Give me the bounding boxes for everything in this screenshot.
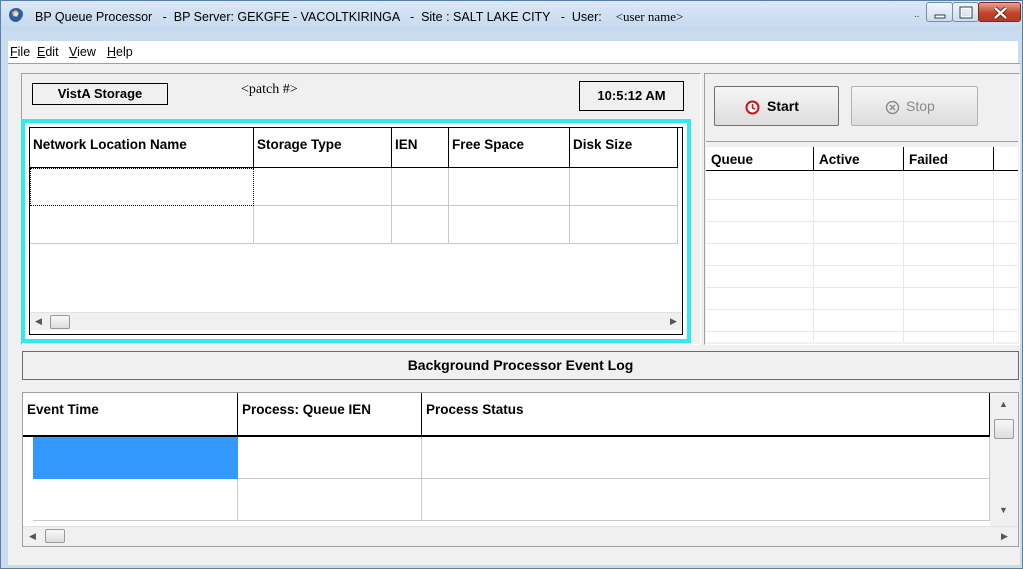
column-line (813, 171, 814, 342)
close-icon (993, 6, 1008, 20)
table-cell[interactable] (449, 206, 570, 244)
close-button[interactable] (978, 2, 1021, 22)
storage-label: VistA Storage (32, 83, 168, 105)
scroll-down-icon[interactable]: ▼ (999, 505, 1008, 515)
storage-grid[interactable]: Network Location Name Storage Type IEN F… (29, 127, 683, 335)
app-icon (9, 8, 23, 22)
minimize-button[interactable] (926, 2, 953, 22)
maximize-button[interactable] (952, 2, 979, 22)
table-cell[interactable] (238, 437, 422, 479)
site-label: Site : SALT LAKE CITY (421, 10, 551, 24)
column-header-failed[interactable]: Failed (904, 147, 994, 171)
table-cell[interactable] (422, 437, 990, 479)
row-line (706, 221, 1018, 222)
scroll-left-icon[interactable]: ◀ (35, 316, 42, 327)
column-header-network-location[interactable]: Network Location Name (30, 128, 254, 168)
scroll-thumb[interactable] (50, 315, 70, 329)
column-header-process-status[interactable]: Process Status (422, 393, 990, 437)
menu-bar: File Edit View Help (8, 41, 1018, 63)
patch-label: <patch #> (241, 82, 298, 97)
scroll-left-icon[interactable]: ◀ (29, 531, 36, 542)
menu-help[interactable]: Help (107, 45, 133, 59)
storage-grid-focus[interactable]: Network Location Name Storage Type IEN F… (21, 119, 691, 343)
event-log-title: Background Processor Event Log (22, 351, 1019, 380)
application-window: BP Queue Processor - BP Server: GEKGFE -… (0, 0, 1023, 569)
row-line (706, 243, 1018, 244)
event-log-grid[interactable]: Event Time Process: Queue IEN Process St… (22, 392, 1019, 547)
menu-edit[interactable]: Edit (37, 45, 59, 59)
start-button[interactable]: Start (714, 86, 839, 126)
user-value: <user name> (615, 9, 684, 24)
table-cell[interactable] (449, 168, 570, 206)
column-header-free-space[interactable]: Free Space (449, 128, 570, 168)
column-header-active[interactable]: Active (814, 147, 904, 171)
scroll-right-icon[interactable]: ▶ (1001, 531, 1008, 542)
stop-icon (885, 100, 900, 115)
start-label: Start (767, 98, 799, 114)
table-cell[interactable] (392, 168, 449, 206)
column-header-disk-size[interactable]: Disk Size (570, 128, 678, 168)
table-cell[interactable] (570, 168, 678, 206)
column-header-queue-ien[interactable]: Process: Queue IEN (238, 393, 422, 437)
scroll-up-icon[interactable]: ▲ (999, 399, 1008, 409)
menu-view[interactable]: View (69, 45, 96, 59)
scroll-thumb[interactable] (994, 419, 1014, 439)
event-log-vertical-scrollbar[interactable]: ▲ ▼ (990, 393, 1018, 526)
table-cell[interactable] (30, 206, 254, 244)
scroll-right-icon[interactable]: ▶ (670, 316, 677, 327)
table-cell[interactable] (254, 168, 392, 206)
menu-file[interactable]: File (10, 45, 30, 59)
window-title: BP Queue Processor - BP Server: GEKGFE -… (35, 9, 684, 24)
column-line (903, 171, 904, 342)
stop-button[interactable]: Stop (851, 86, 978, 126)
row-line (706, 287, 1018, 288)
title-overflow: .. (914, 9, 920, 20)
maximize-icon (959, 6, 973, 19)
stop-label: Stop (906, 98, 935, 114)
column-header-extra (994, 147, 1018, 171)
app-name: BP Queue Processor (35, 10, 153, 24)
scroll-thumb[interactable] (45, 529, 65, 543)
table-cell[interactable] (254, 206, 392, 244)
column-header-storage-type[interactable]: Storage Type (254, 128, 392, 168)
event-log-horizontal-scrollbar[interactable]: ◀ ▶ (23, 526, 1018, 546)
server-label: BP Server: GEKGFE - VACOLTKIRINGA (173, 10, 400, 24)
user-label: User: (571, 10, 602, 24)
clock-display: 10:5:12 AM (579, 81, 684, 111)
row-line (706, 199, 1018, 200)
table-cell[interactable] (238, 479, 422, 521)
minimize-icon (934, 14, 946, 19)
table-cell-selected[interactable] (30, 168, 254, 206)
column-header-event-time[interactable]: Event Time (23, 393, 238, 437)
table-cell[interactable] (570, 206, 678, 244)
row-line (706, 331, 1018, 332)
table-cell[interactable] (392, 206, 449, 244)
column-header-queue[interactable]: Queue (706, 147, 814, 171)
table-cell[interactable] (422, 479, 990, 521)
column-line (993, 171, 994, 342)
title-bar[interactable]: BP Queue Processor - BP Server: GEKGFE -… (1, 1, 1022, 31)
table-cell-selected[interactable] (33, 437, 238, 479)
row-line (706, 309, 1018, 310)
storage-horizontal-scrollbar[interactable]: ◀ ▶ (30, 312, 682, 330)
start-icon (745, 100, 760, 115)
table-cell[interactable] (33, 479, 238, 521)
queue-grid[interactable]: Queue Active Failed (706, 147, 1018, 342)
row-line (706, 265, 1018, 266)
column-header-ien[interactable]: IEN (392, 128, 449, 168)
queue-divider (706, 141, 1018, 142)
